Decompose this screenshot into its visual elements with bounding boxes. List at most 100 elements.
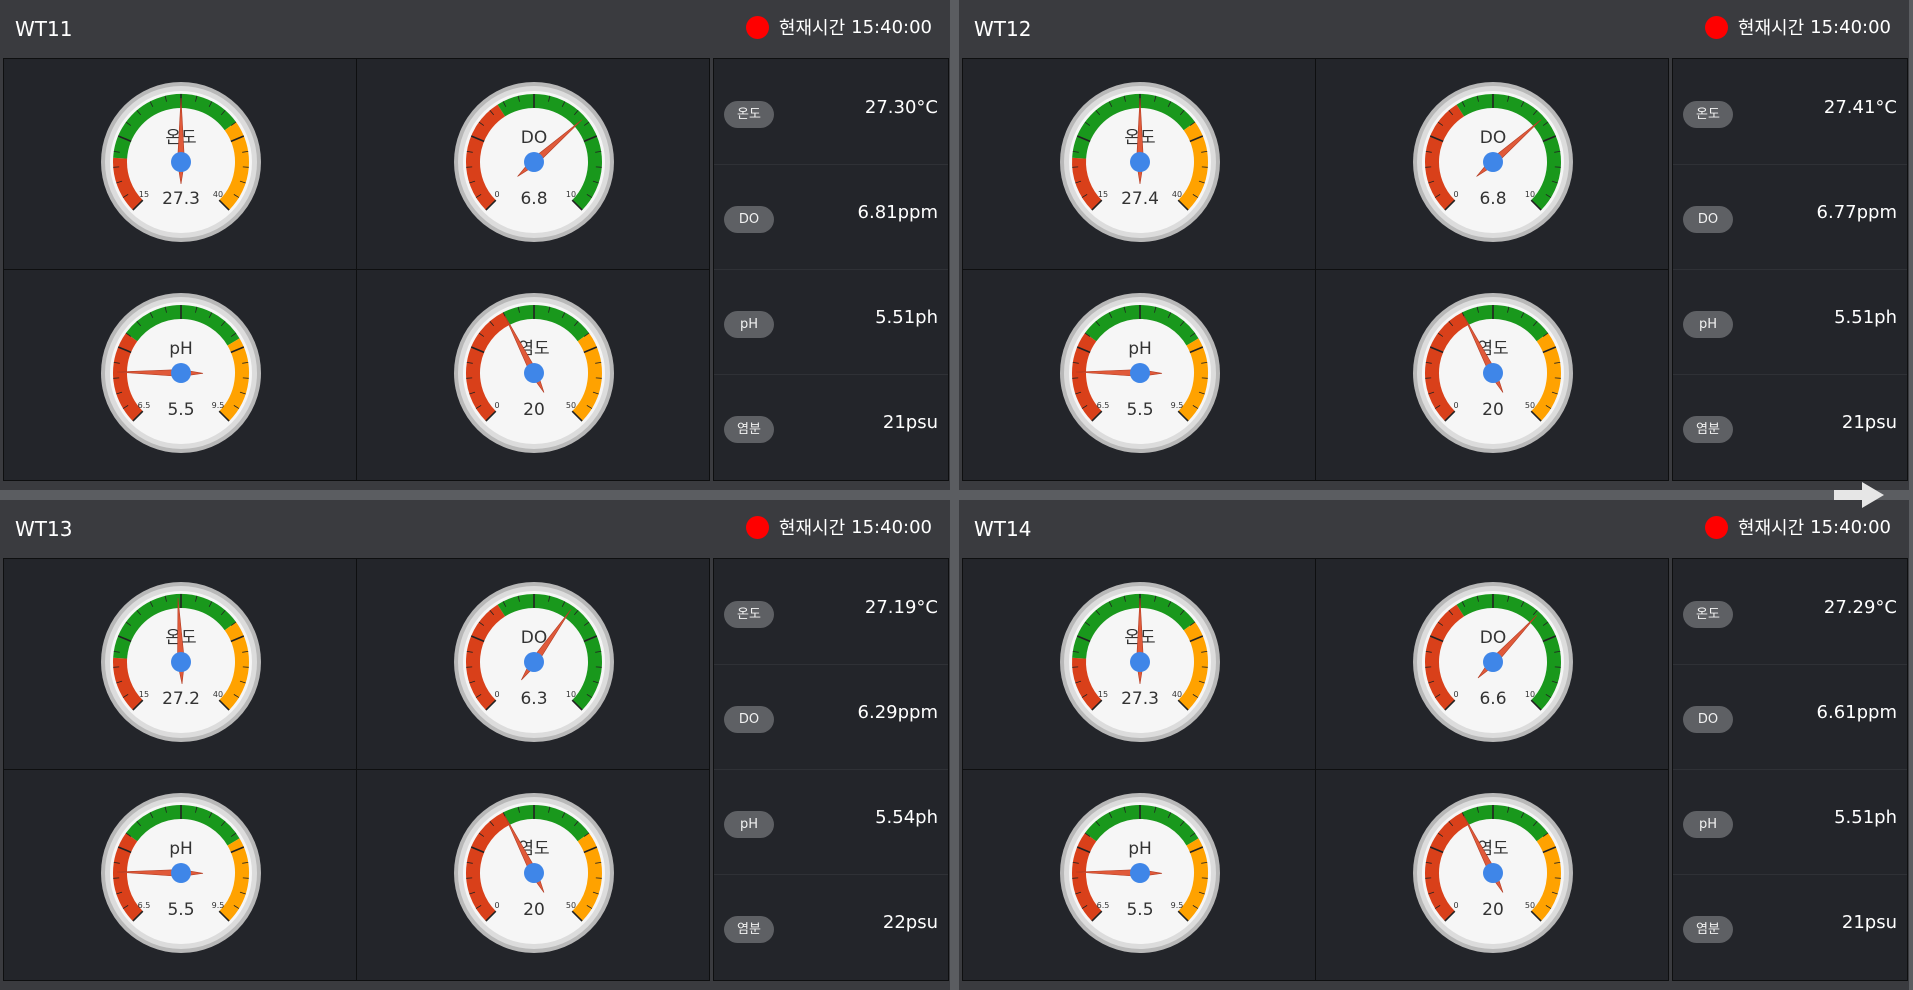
gauge-cell: 온도27.31540 — [4, 59, 357, 270]
gauge-value: 27.3 — [1121, 689, 1159, 709]
reading-value: 22psu — [883, 912, 938, 933]
gauge-hub — [524, 152, 544, 172]
reading-row: 온도27.29°C — [1673, 559, 1907, 665]
current-time-value: 15:40:00 — [851, 517, 932, 538]
reading-badge: DO — [1683, 706, 1733, 733]
reading-value: 6.81ppm — [858, 202, 938, 223]
gauge-value: 5.5 — [1126, 900, 1153, 920]
reading-badge: 염분 — [1683, 916, 1733, 943]
gauge-max-label: 40 — [213, 190, 223, 199]
gauge-cell: DO6.6010 — [1316, 559, 1668, 770]
gauge-dial: DO6.3010 — [453, 581, 615, 743]
status-dot-icon — [1705, 516, 1728, 539]
gauge-hub — [524, 363, 544, 383]
reading-badge: 염분 — [1683, 416, 1733, 443]
gauge-value: 6.8 — [520, 189, 547, 209]
gauge-dial: 온도27.31540 — [100, 81, 262, 243]
gauge-min-label: 15 — [139, 190, 149, 199]
gauge-cell: 염도20050 — [1316, 270, 1668, 480]
gauge-max-label: 9.5 — [1171, 901, 1184, 910]
reading-badge: pH — [1683, 811, 1733, 838]
gauge-min-label: 6.5 — [1097, 401, 1110, 410]
gauge-min-label: 0 — [1453, 901, 1458, 910]
reading-row: 염분 22psu — [714, 874, 948, 979]
gauge-min-label: 0 — [1453, 190, 1458, 199]
gauge-label: DO — [1480, 628, 1506, 648]
reading-badge: 온도 — [724, 101, 774, 128]
reading-value: 6.61ppm — [1817, 702, 1897, 723]
gauge-value: 5.5 — [1126, 400, 1153, 420]
gauge-max-label: 50 — [566, 401, 576, 410]
current-time-label: 현재시간 — [779, 514, 845, 540]
gauge-value: 6.6 — [1479, 689, 1506, 709]
gauge-min-label: 0 — [1453, 690, 1458, 699]
gauge-value: 27.2 — [162, 689, 200, 709]
gauge-cell: 염도20050 — [1316, 770, 1668, 980]
gauge-value: 27.3 — [162, 189, 200, 209]
gauge-max-label: 9.5 — [1171, 401, 1184, 410]
current-time-label: 현재시간 — [1738, 14, 1804, 40]
gauge-label: pH — [1128, 339, 1152, 359]
gauge-dial: pH5.56.59.5 — [1059, 792, 1221, 954]
tank-panel: WT12현재시간15:40:00온도27.41540DO6.8010pH5.56… — [959, 0, 1909, 490]
reading-badge: pH — [1683, 311, 1733, 338]
reading-row: DO 6.81ppm — [714, 164, 948, 270]
readings-list: 온도27.41°CDO6.77ppmpH5.51ph염분21psu — [1672, 58, 1908, 481]
gauge-cell: pH5.56.59.5 — [963, 770, 1316, 980]
gauge-dial: pH5.56.59.5 — [100, 292, 262, 454]
reading-badge: DO — [1683, 206, 1733, 233]
readings-list: 온도27.29°CDO6.61ppmpH5.51ph염분21psu — [1672, 558, 1908, 981]
gauge-dial: 온도27.31540 — [1059, 581, 1221, 743]
gauge-hub — [171, 363, 191, 383]
current-time-value: 15:40:00 — [1810, 517, 1891, 538]
reading-row: 염분 21psu — [1673, 374, 1907, 479]
panel-title: WT12 — [974, 17, 1031, 41]
gauge-cell: DO6.3010 — [357, 559, 709, 770]
current-time-value: 15:40:00 — [1810, 17, 1891, 38]
gauge-hub — [1483, 363, 1503, 383]
gauge-dial: 온도27.21540 — [100, 581, 262, 743]
current-time-label: 현재시간 — [1738, 514, 1804, 540]
panel-header: WT13현재시간15:40:00 — [0, 500, 950, 557]
gauge-max-label: 40 — [213, 690, 223, 699]
reading-row: pH5.51ph — [1673, 269, 1907, 375]
gauge-cell: DO6.8010 — [1316, 59, 1668, 270]
tank-panel: WT11현재시간15:40:00온도27.31540DO6.8010pH5.56… — [0, 0, 950, 490]
reading-value: 5.51ph — [1834, 807, 1897, 828]
gauge-cell: 온도27.21540 — [4, 559, 357, 770]
gauge-hub — [1483, 152, 1503, 172]
reading-row: 온도27.41°C — [1673, 59, 1907, 165]
reading-badge: DO — [724, 206, 774, 233]
gauge-hub — [1130, 652, 1150, 672]
reading-value: 5.54ph — [875, 807, 938, 828]
gauge-min-label: 6.5 — [138, 901, 151, 910]
status-dot-icon — [746, 516, 769, 539]
gauge-cell: 염도20050 — [357, 270, 709, 480]
gauge-label: DO — [1480, 128, 1506, 148]
reading-badge: DO — [724, 706, 774, 733]
reading-badge: 염분 — [724, 916, 774, 943]
current-time: 현재시간15:40:00 — [746, 14, 932, 40]
gauge-value: 6.3 — [520, 689, 547, 709]
gauge-max-label: 50 — [1525, 401, 1535, 410]
gauge-dial: 염도20050 — [453, 292, 615, 454]
tank-panel: WT14현재시간15:40:00온도27.31540DO6.6010pH5.56… — [959, 500, 1909, 990]
gauge-value: 20 — [523, 400, 545, 420]
gauge-min-label: 0 — [494, 401, 499, 410]
gauge-min-label: 15 — [1098, 690, 1108, 699]
gauge-dial: DO6.8010 — [453, 81, 615, 243]
gauge-value: 5.5 — [167, 400, 194, 420]
reading-value: 6.29ppm — [858, 702, 938, 723]
gauge-dial: pH 5.5 6.5 9.5 — [1059, 292, 1221, 454]
next-page-arrow-icon[interactable] — [1832, 480, 1886, 510]
gauge-value: 20 — [523, 900, 545, 920]
readings-list: 온도27.19°CDO6.29ppmpH5.54ph염분22psu — [713, 558, 949, 981]
reading-value: 21psu — [1842, 412, 1897, 433]
gauge-min-label: 0 — [494, 690, 499, 699]
gauge-max-label: 10 — [1525, 190, 1535, 199]
gauge-min-label: 15 — [139, 690, 149, 699]
gauge-max-label: 10 — [566, 690, 576, 699]
gauge-max-label: 9.5 — [212, 401, 225, 410]
gauge-hub — [1483, 652, 1503, 672]
gauge-label: pH — [1128, 839, 1152, 859]
